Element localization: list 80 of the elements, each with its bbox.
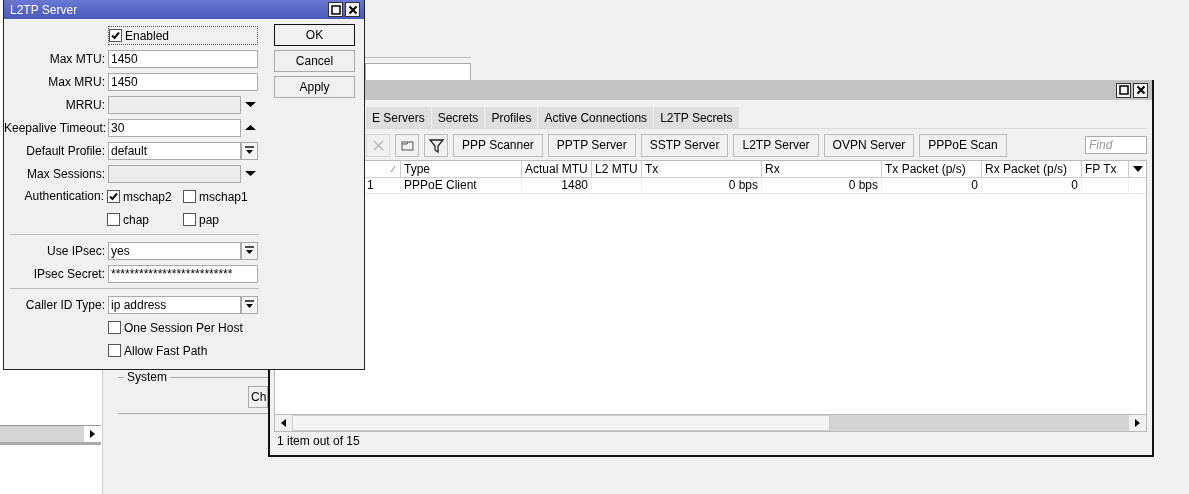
- dropdown-arrow-icon: [245, 246, 254, 255]
- field-label: Default Profile:: [25, 143, 106, 158]
- field-label: Caller ID Type:: [24, 297, 106, 312]
- dialog-button[interactable]: Apply: [274, 76, 355, 98]
- checkbox-label: Enabled: [125, 28, 170, 43]
- column-header[interactable]: Rx: [762, 161, 882, 177]
- checkbox-label: pap: [199, 212, 220, 227]
- checkbox-label: Allow Fast Path: [124, 343, 208, 358]
- input-field[interactable]: 1450: [108, 72, 258, 91]
- dropdown-arrow-icon: [245, 146, 254, 155]
- input-field[interactable]: 30: [108, 118, 241, 137]
- dropdown-button[interactable]: [241, 141, 258, 160]
- column-header[interactable]: FP Tx: [1082, 161, 1129, 177]
- column-header[interactable]: Actual MTU: [522, 161, 592, 177]
- maximize-button[interactable]: [1116, 82, 1131, 98]
- tab[interactable]: E Servers: [366, 107, 432, 128]
- tab[interactable]: Profiles: [485, 107, 539, 128]
- checkbox-label: One Session Per Host: [124, 320, 243, 335]
- window-title: L2TP Server: [10, 2, 78, 17]
- input-field[interactable]: yes: [108, 241, 241, 260]
- button[interactable]: Ch: [248, 386, 268, 408]
- toolbar-button[interactable]: PPP Scanner: [453, 133, 543, 157]
- table-cell: 0 bps: [642, 178, 762, 193]
- checkbox[interactable]: [108, 321, 121, 334]
- toolbar-button[interactable]: PPPoE Scan: [919, 133, 1007, 157]
- checkbox[interactable]: [183, 190, 196, 203]
- tab[interactable]: L2TP Secrets: [654, 107, 740, 128]
- dropdown-button[interactable]: [241, 295, 258, 314]
- checkbox[interactable]: [107, 213, 120, 226]
- checkbox[interactable]: [108, 344, 121, 357]
- field-label: Keepalive Timeout:: [4, 120, 108, 135]
- input-field[interactable]: 1450: [108, 49, 258, 68]
- column-header[interactable]: Type: [401, 161, 522, 177]
- input-field[interactable]: default: [108, 141, 241, 160]
- field-label: MRRU:: [64, 97, 106, 112]
- column-header[interactable]: Tx Packet (p/s): [882, 161, 982, 177]
- checkbox[interactable]: [109, 29, 122, 42]
- dialog-button[interactable]: Cancel: [274, 50, 355, 72]
- field-label: Max Sessions:: [25, 166, 106, 181]
- tab[interactable]: Secrets: [431, 107, 486, 128]
- field-label: Authentication:: [23, 188, 105, 205]
- table-cell: 0: [982, 178, 1082, 193]
- horizontal-scrollbar[interactable]: [0, 425, 101, 445]
- dialog-button[interactable]: OK: [274, 24, 355, 46]
- table-cell: 0: [882, 178, 982, 193]
- table-cell: PPPoE Client: [401, 178, 522, 193]
- filter-icon: [427, 136, 445, 154]
- table-cell: 1480: [522, 178, 592, 193]
- column-header[interactable]: Tx: [642, 161, 762, 177]
- table-cell: 0 bps: [762, 178, 882, 193]
- input-field[interactable]: ip address: [108, 295, 241, 314]
- sort-icon: [390, 165, 396, 173]
- group-label: System: [124, 371, 170, 383]
- field-label: Use IPsec:: [45, 243, 106, 258]
- toolbar-button[interactable]: PPTP Server: [547, 133, 636, 157]
- toolbar-button[interactable]: [424, 133, 448, 157]
- close-button[interactable]: [345, 2, 360, 17]
- close-button[interactable]: [1133, 82, 1148, 98]
- maximize-button[interactable]: [328, 2, 343, 17]
- down-triangle-icon: [1132, 166, 1143, 172]
- search-field[interactable]: Find: [1085, 136, 1147, 154]
- column-header[interactable]: Rx Packet (p/s): [982, 161, 1082, 177]
- field-label: Max MTU:: [48, 51, 106, 66]
- toolbar-button[interactable]: OVPN Server: [823, 133, 915, 157]
- field-label: IPsec Secret:: [32, 266, 106, 281]
- toolbar-button[interactable]: L2TP Server: [733, 133, 819, 157]
- horizontal-scrollbar[interactable]: [274, 415, 1147, 432]
- column-header[interactable]: L2 MTU: [592, 161, 642, 177]
- checkbox-label: chap: [123, 212, 150, 227]
- input-field[interactable]: **************************: [108, 264, 258, 283]
- status-text: 1 item out of 15: [276, 433, 361, 450]
- toolbar-button[interactable]: SSTP Server: [640, 133, 729, 157]
- dropdown-arrow-icon: [245, 300, 254, 309]
- checkbox[interactable]: [107, 190, 120, 203]
- checkbox[interactable]: [183, 213, 196, 226]
- field-label: Max MRU:: [47, 74, 106, 89]
- dropdown-button[interactable]: [241, 241, 258, 260]
- checkbox-label: mschap1: [199, 189, 248, 204]
- tab[interactable]: Active Connections: [538, 107, 655, 128]
- checkbox-label: mschap2: [123, 189, 172, 204]
